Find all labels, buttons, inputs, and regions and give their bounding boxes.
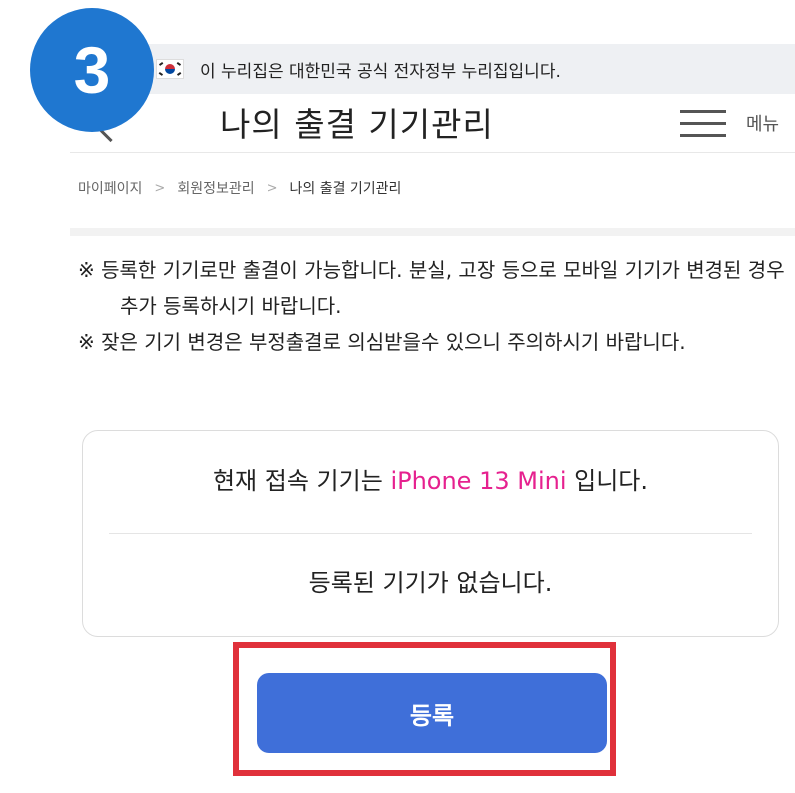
current-device-name: iPhone 13 Mini [390, 467, 567, 495]
notice-item: ※ 등록한 기기로만 출결이 가능합니다. 분실, 고장 등으로 모바일 기기가… [78, 258, 785, 318]
current-device-text: 현재 접속 기기는 iPhone 13 Mini 입니다. [83, 461, 778, 496]
breadcrumb-item-current: 나의 출결 기기관리 [289, 181, 402, 197]
device-info-box: 현재 접속 기기는 iPhone 13 Mini 입니다. 등록된 기기가 없습… [82, 430, 779, 637]
hamburger-menu-icon[interactable] [680, 110, 726, 138]
notice-text: ※ 등록한 기기로만 출결이 가능합니다. 분실, 고장 등으로 모바일 기기가… [78, 252, 788, 360]
page-header: 나의 출결 기기관리 메뉴 [70, 94, 795, 153]
korean-flag-icon [156, 59, 184, 79]
breadcrumb-separator: > [266, 180, 278, 196]
page: 3 이 누리집은 대한민국 공식 전자정부 누리집입니다. 나의 출결 기기관리… [0, 0, 795, 793]
breadcrumb-separator: > [154, 180, 166, 196]
page-title: 나의 출결 기기관리 [220, 105, 494, 144]
step-number-badge: 3 [30, 8, 154, 132]
breadcrumb-item-mypage[interactable]: 마이페이지 [78, 178, 142, 198]
current-device-suffix: 입니다. [574, 467, 649, 495]
breadcrumb: 마이페이지 > 회원정보관리 > 나의 출결 기기관리 [78, 178, 401, 198]
current-device-prefix: 현재 접속 기기는 [212, 467, 383, 495]
register-button[interactable]: 등록 [257, 673, 607, 753]
breadcrumb-item-member-info[interactable]: 회원정보관리 [177, 178, 254, 198]
box-divider [109, 533, 752, 534]
gov-official-banner[interactable]: 이 누리집은 대한민국 공식 전자정부 누리집입니다. [120, 44, 795, 94]
section-divider [70, 228, 795, 236]
registered-device-status: 등록된 기기가 없습니다. [308, 569, 553, 597]
menu-label[interactable]: 메뉴 [746, 110, 779, 136]
gov-banner-text: 이 누리집은 대한민국 공식 전자정부 누리집입니다. [200, 61, 561, 82]
notice-item: ※ 잦은 기기 변경은 부정출결로 의심받을수 있으니 주의하시기 바랍니다. [78, 330, 686, 354]
